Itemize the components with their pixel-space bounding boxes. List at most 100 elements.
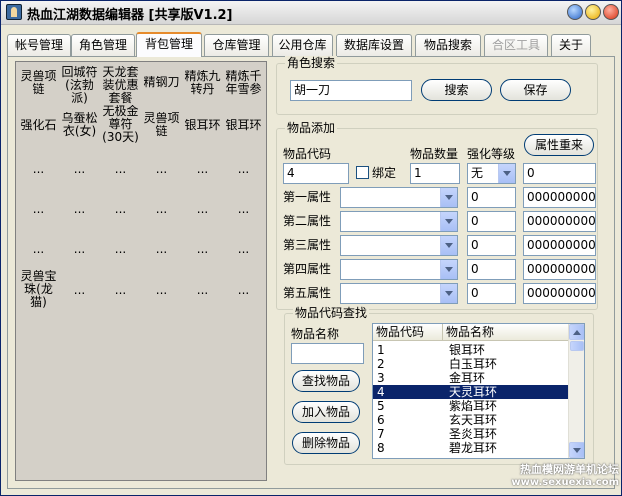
item-name-input[interactable] [291, 343, 364, 364]
chevron-down-icon[interactable] [498, 164, 515, 183]
chevron-down-icon[interactable] [440, 260, 457, 279]
item-code-input[interactable]: 4 [283, 163, 349, 184]
inventory-slot[interactable]: 天龙套装优惠套餐 [100, 66, 141, 105]
scroll-up-icon[interactable] [569, 324, 584, 340]
inventory-slot[interactable]: 乌蚕松衣(女) [59, 112, 100, 138]
search-button[interactable]: 搜索 [421, 79, 492, 101]
inventory-slot[interactable]: 银耳环 [223, 119, 264, 132]
attr-4-select[interactable] [340, 259, 458, 280]
attr-2-code-input[interactable]: 0000000000 [523, 211, 596, 232]
inventory-slot[interactable]: ... [182, 243, 223, 256]
inventory-slot[interactable]: 灵兽项链 [141, 112, 182, 138]
inventory-slot[interactable]: ... [141, 243, 182, 256]
tab-merge-tool[interactable]: 合区工具 [484, 34, 548, 56]
role-search-title: 角色搜索 [285, 56, 338, 70]
attr-3-value-input[interactable]: 0 [467, 235, 516, 256]
find-item-button[interactable]: 查找物品 [292, 370, 360, 392]
inventory-slot[interactable]: ... [182, 203, 223, 216]
inventory-slot[interactable]: ... [223, 243, 264, 256]
tab-item-search[interactable]: 物品搜索 [415, 34, 481, 56]
inventory-slot[interactable]: ... [18, 243, 59, 256]
attr-2-value-input[interactable]: 0 [467, 211, 516, 232]
tab-role[interactable]: 角色管理 [71, 34, 135, 56]
inventory-slot[interactable]: 无极金尊符(30天) [100, 105, 141, 144]
inventory-slot[interactable]: ... [18, 163, 59, 176]
inventory-slot[interactable]: ... [141, 163, 182, 176]
attr-5-select[interactable] [340, 283, 458, 304]
inventory-slot[interactable]: 回城符(泫勃派) [59, 66, 100, 105]
inventory-slot[interactable]: ... [18, 203, 59, 216]
inventory-slot[interactable]: ... [100, 163, 141, 176]
inventory-slot[interactable]: 银耳环 [182, 119, 223, 132]
item-qty-input[interactable]: 1 [410, 163, 460, 184]
inventory-slot[interactable]: ... [182, 284, 223, 297]
inventory-slot[interactable]: 精炼千年雪参 [223, 70, 264, 96]
role-name-input[interactable]: 胡一刀 [290, 80, 412, 101]
attr-4-value-input[interactable]: 0 [467, 259, 516, 280]
close-button[interactable] [603, 4, 619, 20]
item-list-scrollbar[interactable] [568, 324, 584, 458]
attr-5-value-input[interactable]: 0 [467, 283, 516, 304]
attr-1-select[interactable] [340, 187, 458, 208]
tab-backpack[interactable]: 背包管理 [136, 32, 202, 57]
attr-3-code-input[interactable]: 0000000000 [523, 235, 596, 256]
tab-public-warehouse[interactable]: 公用仓库 [272, 34, 333, 56]
tab-about[interactable]: 关于 [551, 34, 591, 56]
inventory-slot[interactable]: ... [59, 284, 100, 297]
inventory-slot[interactable]: ... [59, 163, 100, 176]
inventory-slot[interactable]: ... [59, 243, 100, 256]
attr-1-value-input[interactable]: 0 [467, 187, 516, 208]
enhance-extra-input[interactable]: 0 [523, 163, 596, 184]
inventory-slot[interactable]: ... [223, 284, 264, 297]
delete-item-button[interactable]: 删除物品 [292, 432, 360, 454]
attr-4-code-input[interactable]: 0000000000 [523, 259, 596, 280]
chevron-down-icon[interactable] [440, 212, 457, 231]
scroll-thumb[interactable] [570, 341, 584, 351]
enhance-level-select[interactable]: 无 [467, 163, 516, 184]
chevron-down-icon[interactable] [440, 188, 457, 207]
bind-checkbox[interactable] [356, 166, 369, 179]
inventory-slot[interactable]: ... [182, 163, 223, 176]
chevron-down-icon[interactable] [440, 284, 457, 303]
attr-3-select[interactable] [340, 235, 458, 256]
inventory-slot[interactable]: ... [141, 203, 182, 216]
inventory-slot[interactable]: ... [100, 284, 141, 297]
inventory-slot[interactable]: 精钢刀 [141, 76, 182, 89]
inventory-slot[interactable]: 强化石 [18, 119, 59, 132]
attr-2-select[interactable] [340, 211, 458, 232]
list-item-selected[interactable]: 4 天灵耳环 [373, 385, 569, 399]
inventory-slot[interactable]: 精炼九转丹 [182, 70, 223, 96]
column-header-name[interactable]: 物品名称 [443, 324, 569, 341]
inventory-slot[interactable]: ... [100, 243, 141, 256]
list-item[interactable]: 6 玄天耳环 [373, 413, 569, 427]
item-list[interactable]: 物品代码 物品名称 1 银耳环 2 白玉耳环 3 金耳环 4 天灵耳环 5 紫焰耳环 6玄… [372, 323, 585, 459]
tab-account[interactable]: 帐号管理 [7, 34, 71, 56]
attr-5-code-input[interactable]: 0000000000 [523, 283, 596, 304]
minimize-button[interactable] [567, 4, 583, 20]
inventory-slot[interactable]: ... [223, 163, 264, 176]
inventory-slot[interactable]: ... [223, 203, 264, 216]
tab-database-settings[interactable]: 数据库设置 [336, 34, 412, 56]
inventory-slot[interactable]: 灵兽宝珠(龙猫) [18, 270, 59, 309]
save-button[interactable]: 保存 [500, 79, 571, 101]
list-item[interactable]: 7 圣炎耳环 [373, 427, 569, 441]
list-item[interactable]: 2 白玉耳环 [373, 357, 569, 371]
chevron-down-icon[interactable] [440, 236, 457, 255]
inventory-slot[interactable]: ... [141, 284, 182, 297]
title-bar[interactable]: 热血江湖数据编辑器 [共享版V1.2] [1, 1, 621, 25]
scroll-down-icon[interactable] [569, 442, 584, 458]
tab-strip: 帐号管理 角色管理 背包管理 仓库管理 公用仓库 数据库设置 物品搜索 合区工具… [7, 32, 619, 57]
add-item-button[interactable]: 加入物品 [292, 401, 360, 423]
maximize-button[interactable] [585, 4, 601, 20]
list-item[interactable]: 3 金耳环 [373, 371, 569, 385]
list-item[interactable]: 1 银耳环 [373, 343, 569, 357]
inventory-slot[interactable]: 灵兽项链 [18, 70, 59, 96]
list-item[interactable]: 5 紫焰耳环 [373, 399, 569, 413]
inventory-slot[interactable]: ... [100, 203, 141, 216]
list-item[interactable]: 8 碧龙耳环 [373, 441, 569, 455]
column-header-code[interactable]: 物品代码 [373, 324, 443, 341]
inventory-slot[interactable]: ... [59, 203, 100, 216]
tab-warehouse[interactable]: 仓库管理 [204, 34, 269, 56]
attr-1-code-input[interactable]: 0000000000 [523, 187, 596, 208]
reset-attributes-button[interactable]: 属性重来 [524, 134, 594, 156]
